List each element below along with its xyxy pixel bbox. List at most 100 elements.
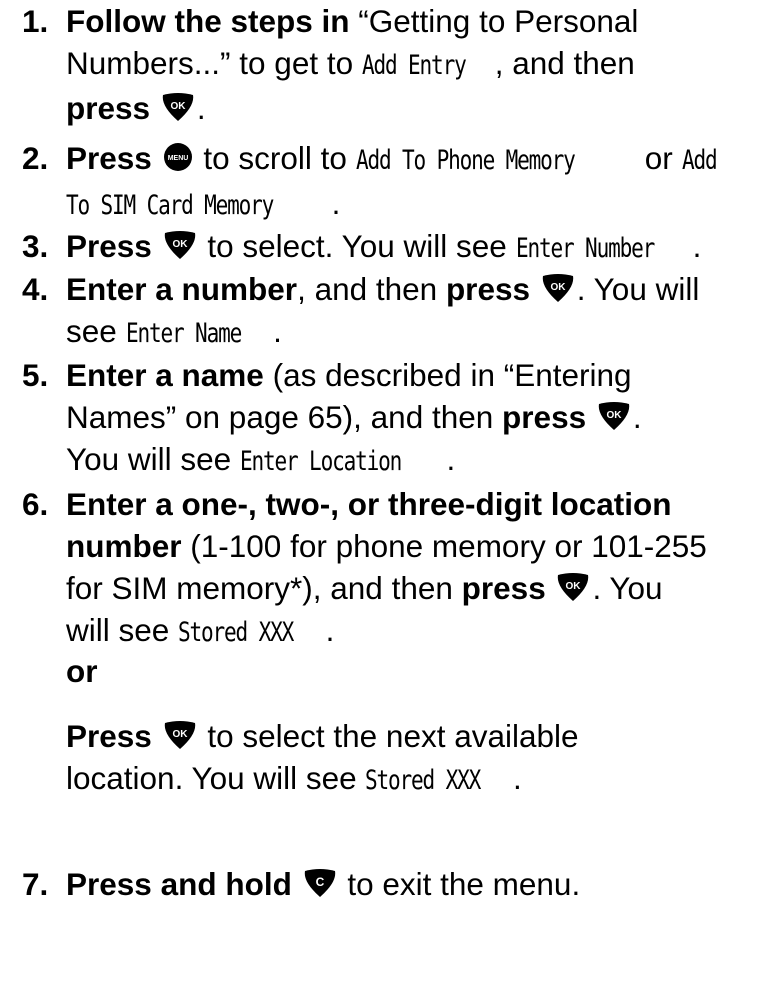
body-text: to select. You will see (198, 228, 516, 264)
step-number: 1. (22, 3, 49, 39)
body-text: to scroll to (194, 140, 356, 176)
body-text: . (196, 90, 206, 126)
body-text: . (513, 760, 522, 796)
text-line: see Enter Name. (66, 310, 749, 355)
svg-text:C: C (315, 875, 324, 889)
bold-text: Enter a number (66, 271, 298, 307)
svg-text:OK: OK (566, 581, 582, 592)
ok-key-icon: OK (597, 401, 631, 431)
display-text: Add Entry (361, 50, 467, 81)
bold-text: number (66, 528, 182, 564)
step-number: 6. (22, 486, 49, 522)
text-line: number (1-100 for phone memory or 101-25… (66, 525, 749, 567)
text-line: Press OK to select. You will see Enter N… (66, 225, 749, 270)
step-number: 4. (22, 271, 49, 307)
bold-text: Press (66, 140, 161, 176)
bold-text: press (66, 90, 159, 126)
body-text: see (66, 313, 126, 349)
text-line: Follow the steps in “Getting to Personal (66, 0, 749, 42)
display-text: Stored XXX (178, 617, 294, 648)
body-text: . (632, 399, 642, 435)
ok-key-icon: OK (163, 230, 197, 260)
svg-text:OK: OK (172, 729, 188, 740)
display-text: Add To Phone Memory (355, 145, 576, 176)
display-text: Enter Name (125, 318, 242, 349)
svg-text:OK: OK (606, 410, 622, 421)
text-line: You will see Enter Location. (66, 438, 749, 483)
body-text: (1-100 for phone memory or 101-255 (181, 528, 707, 564)
svg-text:OK: OK (550, 282, 566, 293)
text-line: Press and hold C to exit the menu. (66, 863, 749, 905)
text-line: press OK. (66, 87, 749, 129)
step-text: or (66, 650, 749, 692)
text-line: Enter a one-, two-, or three-digit locat… (66, 483, 749, 525)
instruction-page: 1. Follow the steps in “Getting to Person… (0, 0, 757, 986)
bold-text: press (445, 271, 539, 307)
ok-key-icon: OK (163, 720, 197, 750)
bold-text: Press (66, 718, 161, 754)
step-text: Press OK to select. You will see Enter N… (66, 225, 749, 270)
body-text: to select the next available (198, 718, 579, 754)
text-line: location. You will see Stored XXX. (66, 757, 749, 802)
step-number: 5. (22, 357, 49, 393)
body-text: . (273, 313, 282, 349)
body-text: for SIM memory*), and then (66, 570, 462, 606)
body-text: . (325, 612, 335, 648)
bold-text: press (461, 570, 555, 606)
step-text: Press OK to select the next available loc… (66, 715, 749, 802)
ok-key-icon: OK (541, 273, 575, 303)
bold-text: or (66, 653, 98, 689)
step-text: Enter a one-, two-, or three-digit locat… (66, 483, 749, 654)
bold-text: Enter a name (66, 357, 264, 393)
body-text: to exit the menu. (338, 866, 581, 902)
step-text: Enter a name (as described in “Entering N… (66, 354, 749, 483)
body-text: (as described in “Entering (263, 357, 632, 393)
step-number: 3. (22, 228, 49, 264)
text-line: for SIM memory*), and then press OK . You (66, 567, 749, 609)
text-line: Press OK to select the next available (66, 715, 749, 757)
body-text: . (446, 441, 456, 477)
body-text: “Getting to Personal (349, 3, 639, 39)
display-text: Add (681, 145, 718, 176)
display-text: Enter Location (239, 446, 402, 477)
display-text: Enter Number (515, 233, 655, 264)
c-key-icon: C (303, 868, 337, 898)
body-text: . (692, 228, 702, 264)
ok-key-icon: OK (556, 572, 590, 602)
body-text: or (636, 140, 682, 176)
text-line: Numbers...” to get to Add Entry , and the… (66, 42, 749, 87)
bold-text: Follow the steps in (66, 3, 350, 39)
body-text: , and then (494, 45, 635, 81)
body-text: location. You will see (66, 760, 366, 796)
svg-text:OK: OK (172, 239, 188, 250)
text-line: will see Stored XXX. (66, 609, 749, 654)
svg-text:MENU: MENU (167, 155, 188, 162)
text-line: Enter a name (as described in “Entering (66, 354, 749, 396)
text-line: Names” on page 65), and then press OK. (66, 396, 749, 438)
bold-text: Press and hold (66, 866, 301, 902)
bold-text: Press (66, 228, 161, 264)
text-line: To SIM Card Memory. (66, 182, 749, 227)
body-text: You will see (66, 441, 240, 477)
svg-text:OK: OK (170, 101, 186, 112)
body-text: , and then (297, 271, 446, 307)
display-text: Stored XXX (365, 765, 481, 796)
bold-text: press (502, 399, 595, 435)
body-text: . (331, 185, 341, 221)
step-text: Enter a number, and then press OK . You w… (66, 268, 749, 355)
text-line: or (66, 650, 749, 692)
body-text: Names” on page 65), and then (66, 399, 503, 435)
text-line: Enter a number, and then press OK . You w… (66, 268, 749, 310)
step-number: 2. (22, 140, 49, 176)
display-text: To SIM Card Memory (66, 190, 274, 221)
step-text: Press and hold C to exit the menu. (66, 863, 749, 905)
menu-key-icon: MENU (163, 142, 193, 172)
body-text: . You (592, 570, 663, 606)
step-number: 7. (22, 866, 49, 902)
step-text: Follow the steps in “Getting to Personal… (66, 0, 749, 129)
step-text: Press MENU to scroll to Add To Phone Mem… (66, 137, 749, 227)
body-text: . You will (576, 271, 700, 307)
text-line: Press MENU to scroll to Add To Phone Mem… (66, 137, 749, 182)
ok-key-icon: OK (161, 92, 195, 122)
body-text: Numbers...” to get to (66, 45, 362, 81)
